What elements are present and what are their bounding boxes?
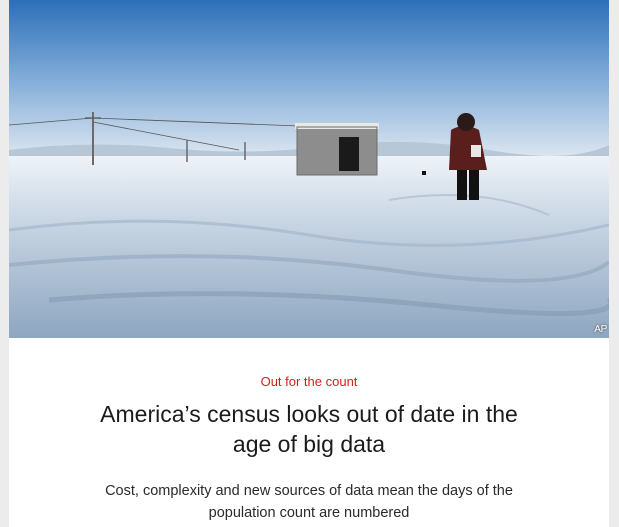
image-credit: AP (594, 324, 607, 335)
article-standfirst: Cost, complexity and new sources of data… (105, 483, 513, 521)
article-headline[interactable]: America’s census looks out of date in th… (79, 399, 539, 459)
snow-landscape-photo (9, 0, 609, 338)
article-image[interactable]: AP (9, 0, 609, 338)
article-card[interactable]: AP Out for the count America’s census lo… (9, 0, 609, 527)
article-kicker[interactable]: Out for the count (79, 374, 539, 390)
